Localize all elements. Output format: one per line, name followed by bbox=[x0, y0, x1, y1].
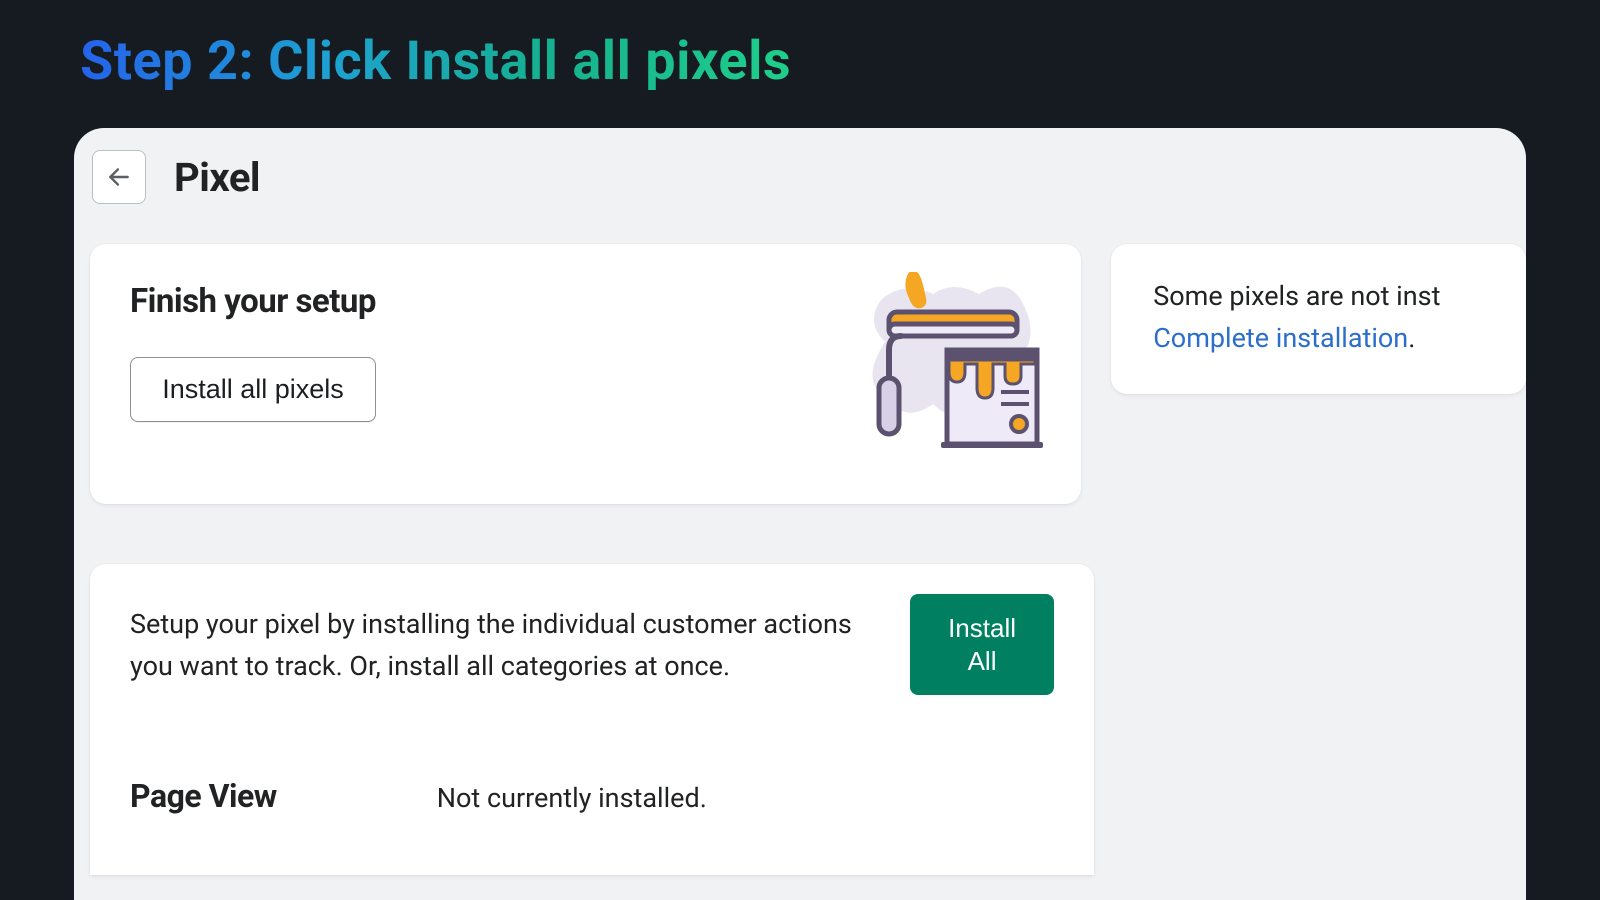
main-panel: Pixel Finish your setup Install all pixe… bbox=[74, 128, 1526, 900]
panel-title: Pixel bbox=[174, 154, 260, 201]
panel-header: Pixel bbox=[74, 148, 1526, 204]
back-button[interactable] bbox=[92, 150, 146, 204]
install-all-button[interactable]: Install All bbox=[910, 594, 1054, 695]
setup-card-left: Finish your setup Install all pixels bbox=[130, 282, 376, 422]
complete-installation-link[interactable]: Complete installation bbox=[1153, 322, 1408, 354]
alert-text-line: Some pixels are not inst bbox=[1153, 280, 1440, 312]
pixel-setup-row: Setup your pixel by installing the indiv… bbox=[130, 604, 1054, 695]
install-all-pixels-button[interactable]: Install all pixels bbox=[130, 357, 376, 422]
page-view-label: Page View bbox=[130, 777, 277, 815]
step-title: Step 2: Click Install all pixels bbox=[80, 30, 791, 93]
alert-period: . bbox=[1408, 322, 1415, 354]
paint-illustration bbox=[845, 272, 1045, 464]
page-view-status: Not currently installed. bbox=[437, 782, 707, 814]
install-all-line2: All bbox=[968, 646, 997, 676]
page-view-row: Page View Not currently installed. bbox=[130, 777, 1054, 815]
pixel-setup-card: Setup your pixel by installing the indiv… bbox=[90, 564, 1094, 875]
install-all-line1: Install bbox=[948, 613, 1016, 643]
pixel-setup-description: Setup your pixel by installing the indiv… bbox=[130, 604, 860, 688]
setup-card: Finish your setup Install all pixels bbox=[90, 244, 1081, 504]
alert-card: Some pixels are not inst Complete instal… bbox=[1111, 244, 1526, 394]
content-row: Finish your setup Install all pixels bbox=[74, 204, 1526, 504]
setup-heading: Finish your setup bbox=[130, 282, 376, 321]
alert-text: Some pixels are not inst Complete instal… bbox=[1153, 276, 1526, 360]
arrow-left-icon bbox=[106, 164, 132, 190]
